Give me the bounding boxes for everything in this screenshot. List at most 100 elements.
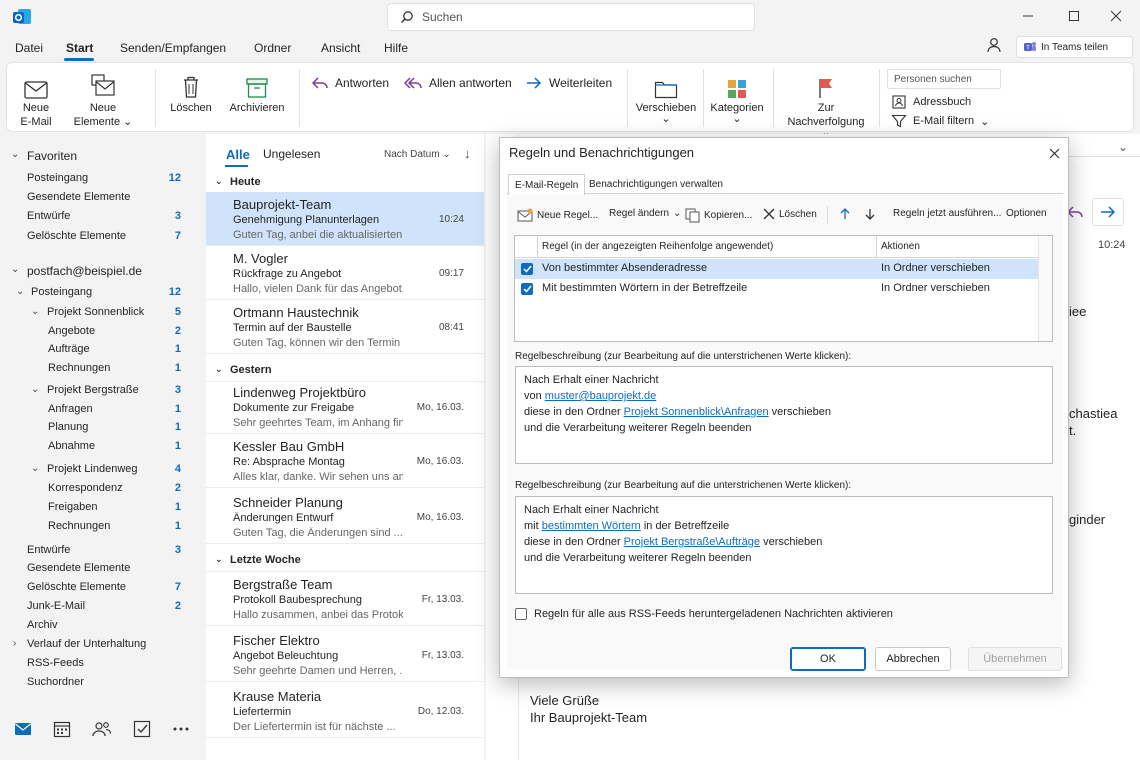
rss-rules-checkbox[interactable]: Regeln für alle aus RSS-Feeds herunterge…	[515, 608, 893, 620]
maximize-button[interactable]	[1051, 0, 1097, 32]
sort-direction-arrow-icon[interactable]: ↓	[464, 146, 471, 161]
tasks-nav-icon[interactable]	[131, 718, 153, 740]
folder-rechnungen[interactable]: Rechnungen	[48, 362, 110, 374]
account-person-icon[interactable]	[986, 37, 1002, 53]
folder-deleted[interactable]: Gelöschte Elemente	[27, 581, 126, 593]
folder-abnahme[interactable]: Abnahme	[48, 440, 95, 452]
chevron-down-icon[interactable]: ⌄	[31, 384, 39, 395]
filter-tab-all[interactable]: Alle	[226, 147, 250, 162]
chevron-down-icon[interactable]: ⌄	[16, 286, 24, 297]
list-item[interactable]: Bergstraße Team Protokoll Baubesprechung…	[206, 572, 484, 626]
folder-search-folders[interactable]: Suchordner	[27, 676, 84, 688]
sender-address-link[interactable]: muster@bauprojekt.de	[545, 390, 656, 402]
folder-rss-feeds[interactable]: RSS-Feeds	[27, 657, 84, 669]
chevron-down-icon[interactable]: ⌄	[31, 463, 39, 474]
list-item[interactable]: Bauprojekt-Team Genehmigung Planunterlag…	[206, 192, 484, 246]
group-header-last-week[interactable]: ⌄ Letzte Woche	[206, 548, 484, 572]
forward-button[interactable]: Weiterleiten	[525, 75, 612, 91]
specific-words-link[interactable]: bestimmten Wörtern	[542, 520, 641, 532]
checkbox[interactable]	[515, 608, 527, 620]
folder-drafts[interactable]: Entwürfe	[27, 544, 70, 556]
menu-ordner[interactable]: Ordner	[254, 41, 291, 55]
list-item[interactable]: Schneider Planung Änderungen Entwurf Gut…	[206, 490, 484, 544]
search-box[interactable]: Suchen	[387, 3, 755, 31]
chevron-down-icon[interactable]: ⌄	[11, 264, 19, 275]
ok-button[interactable]: OK	[790, 647, 866, 671]
categories-button[interactable]: Kategorien ⌄	[709, 67, 765, 125]
close-window-button[interactable]	[1093, 0, 1139, 32]
forward-arrow-icon[interactable]	[1092, 198, 1124, 226]
filter-email-button[interactable]: E-Mail filtern ⌄	[891, 114, 989, 128]
followup-button[interactable]: Zur Nachverfolgung ⌄	[781, 67, 871, 139]
move-button[interactable]: Verschieben ⌄	[635, 67, 697, 125]
folder-freigaben[interactable]: Freigaben	[48, 501, 98, 513]
cancel-button[interactable]: Abbrechen	[875, 647, 951, 671]
folder-anfragen[interactable]: Anfragen	[48, 403, 93, 415]
copy-rule-button[interactable]: Kopieren...	[685, 208, 752, 223]
change-rule-button[interactable]: Regel ändern ⌄	[609, 208, 681, 219]
tab-manage-alerts[interactable]: Benachrichtigungen verwalten	[583, 174, 729, 194]
new-email-button[interactable]: Neue E-Mail	[15, 67, 57, 129]
list-item[interactable]: M. Vogler Rückfrage zu Angebot Hallo, vi…	[206, 246, 484, 300]
folder-junk[interactable]: Junk-E-Mail	[27, 600, 85, 612]
list-item[interactable]: Krause Materia Liefertermin Der Lieferte…	[206, 684, 484, 738]
address-book-button[interactable]: Adressbuch	[891, 95, 971, 109]
column-header-actions[interactable]: Aktionen	[881, 241, 920, 252]
mail-nav-icon[interactable]	[12, 718, 34, 740]
table-row[interactable]: Von bestimmter Absenderadresse In Ordner…	[515, 259, 1039, 279]
folder-korrespondenz[interactable]: Korrespondenz	[48, 482, 123, 494]
close-icon[interactable]	[1046, 145, 1062, 161]
menu-senden-empfangen[interactable]: Senden/Empfangen	[120, 41, 226, 55]
list-item[interactable]: Lindenweg Projektbüro Dokumente zur Frei…	[206, 380, 484, 434]
account-header[interactable]: postfach@beispiel.de	[27, 264, 142, 278]
move-down-arrow-icon[interactable]	[865, 208, 875, 220]
chevron-down-icon[interactable]: ⌄	[31, 306, 39, 317]
folder-project-bergstrasse[interactable]: Projekt Bergstraße	[47, 384, 139, 396]
new-rule-button[interactable]: Neue Regel...	[517, 208, 598, 222]
delete-button[interactable]: Löschen	[167, 67, 215, 115]
group-header-today[interactable]: ⌄ Heute	[206, 170, 484, 194]
chevron-right-icon[interactable]: ›	[13, 638, 16, 649]
target-folder-link[interactable]: Projekt Bergstraße\Aufträge	[624, 536, 760, 548]
new-items-button[interactable]: Neue Elemente ⌄	[71, 67, 135, 129]
folder-inbox[interactable]: Posteingang	[31, 286, 92, 298]
chevron-down-icon[interactable]: ⌄	[1118, 140, 1128, 154]
list-item[interactable]: Ortmann Haustechnik Termin auf der Baust…	[206, 300, 484, 354]
more-nav-icon[interactable]	[170, 718, 192, 740]
folder-rechnungen-lindenweg[interactable]: Rechnungen	[48, 520, 110, 532]
people-search-input[interactable]: Personen suchen	[887, 69, 1001, 89]
filter-tab-unread[interactable]: Ungelesen	[263, 147, 320, 161]
rule-checkbox[interactable]	[521, 283, 533, 295]
favorites-header[interactable]: Favoriten	[27, 149, 77, 163]
chevron-down-icon[interactable]: ⌄	[11, 149, 19, 160]
folder-angebote[interactable]: Angebote	[48, 325, 95, 337]
folder-auftraege[interactable]: Aufträge	[48, 343, 90, 355]
folder-favorites-deleted[interactable]: Gelöschte Elemente	[27, 230, 126, 242]
folder-project-lindenweg[interactable]: Projekt Lindenweg	[47, 463, 138, 475]
folder-sent[interactable]: Gesendete Elemente	[27, 562, 130, 574]
options-button[interactable]: Optionen	[1006, 208, 1047, 219]
minimize-button[interactable]	[1005, 0, 1051, 32]
table-row[interactable]: Mit bestimmten Wörtern in der Betreffzei…	[515, 279, 1039, 299]
move-up-arrow-icon[interactable]	[840, 208, 850, 220]
share-to-teams-button[interactable]: T In Teams teilen	[1016, 36, 1133, 58]
group-header-yesterday[interactable]: ⌄ Gestern	[206, 358, 484, 382]
people-nav-icon[interactable]	[91, 718, 113, 740]
folder-favorites-sent[interactable]: Gesendete Elemente	[27, 191, 130, 203]
folder-planung[interactable]: Planung	[48, 421, 88, 433]
delete-rule-button[interactable]: Löschen	[763, 208, 817, 220]
folder-project-sonnenblick[interactable]: Projekt Sonnenblick	[47, 306, 144, 318]
sort-dropdown[interactable]: Nach Datum ⌄	[384, 149, 451, 160]
calendar-nav-icon[interactable]	[51, 718, 73, 740]
column-header-rule[interactable]: Regel (in der angezeigten Reihenfolge an…	[542, 241, 773, 252]
run-rules-button[interactable]: Regeln jetzt ausführen...	[893, 208, 1001, 219]
menu-ansicht[interactable]: Ansicht	[321, 41, 360, 55]
apply-button[interactable]: Übernehmen	[968, 647, 1062, 671]
menu-datei[interactable]: Datei	[15, 41, 43, 55]
tab-email-rules[interactable]: E-Mail-Regeln	[508, 174, 586, 195]
reply-all-button[interactable]: Allen antworten	[403, 75, 512, 91]
folder-archive[interactable]: Archiv	[27, 619, 58, 631]
archive-button[interactable]: Archivieren	[227, 67, 287, 115]
target-folder-link[interactable]: Projekt Sonnenblick\Anfragen	[624, 406, 769, 418]
rule-checkbox[interactable]	[521, 263, 533, 275]
